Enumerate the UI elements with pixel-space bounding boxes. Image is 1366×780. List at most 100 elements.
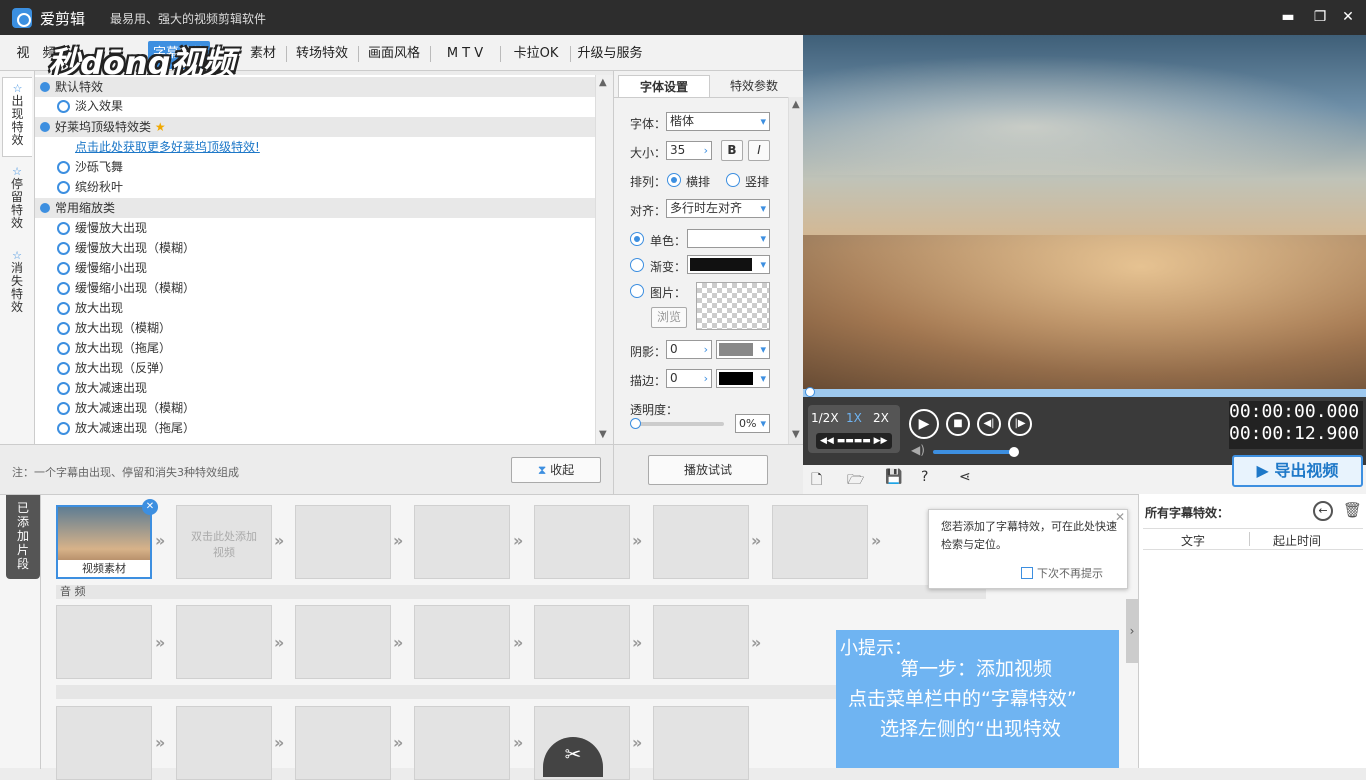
tab-karaoke[interactable]: 卡拉OK	[504, 41, 568, 69]
align-select[interactable]: 多行时左对齐	[666, 199, 770, 218]
group-zoom[interactable]: 常用缩放类	[35, 198, 595, 218]
italic-button[interactable]: I	[748, 140, 770, 161]
tab-style[interactable]: 画面风格	[362, 41, 426, 69]
effect-zoom-item[interactable]: 放大出现	[55, 298, 123, 318]
browse-button[interactable]: 浏览	[651, 307, 687, 328]
play-test-button[interactable]: 播放试试	[648, 455, 768, 485]
solid-color-select[interactable]	[687, 229, 770, 248]
tab-video-1[interactable]: 视	[10, 41, 36, 69]
video-clip[interactable]: 视频素材 ✕	[56, 499, 158, 579]
audio-slot[interactable]	[534, 605, 630, 679]
effect-fade-in[interactable]: 淡入效果	[55, 96, 123, 116]
tab-transition[interactable]: 转场特效	[290, 41, 354, 69]
empty-clip-slot[interactable]	[653, 505, 749, 579]
tab-disappear-effects[interactable]: ☆ 消失特效	[2, 245, 32, 325]
export-video-button[interactable]: ▶ 导出视频	[1232, 455, 1363, 487]
tab-appear-effects[interactable]: ☆ 出现特效	[2, 77, 32, 157]
empty-clip-slot[interactable]	[176, 706, 272, 780]
empty-clip-slot[interactable]	[772, 505, 868, 579]
audio-slot[interactable]	[176, 605, 272, 679]
empty-clip-slot[interactable]	[295, 706, 391, 780]
trash-icon[interactable]: 🗑	[1343, 501, 1362, 519]
progress-bar[interactable]	[803, 387, 1366, 397]
add-clip-slot[interactable]: 双击此处添加视频	[176, 505, 272, 579]
remove-clip-icon[interactable]: ✕	[142, 499, 158, 515]
opacity-input[interactable]: 0%	[735, 414, 770, 433]
close-tooltip-icon[interactable]: ✕	[1115, 510, 1125, 524]
image-preview[interactable]	[696, 282, 770, 330]
effects-scrollbar[interactable]: ▲ ▼	[595, 75, 613, 444]
note-text: 注：一个字幕由出现、停留和消失3种特效组成	[12, 466, 239, 479]
close-icon[interactable]: ✕	[1338, 8, 1358, 26]
next-frame-icon[interactable]: |▶	[1008, 412, 1032, 436]
tab-mtv[interactable]: M T V	[434, 41, 496, 69]
empty-clip-slot[interactable]	[653, 706, 749, 780]
speed-half[interactable]: 1/2X	[811, 411, 839, 425]
solid-color-radio[interactable]	[630, 232, 644, 246]
volume-icon[interactable]: ◀)	[911, 443, 925, 457]
speed-2x[interactable]: 2X	[873, 411, 889, 425]
restore-icon[interactable]: ❐	[1310, 8, 1330, 26]
effect-zoom-item[interactable]: 放大出现（反弹）	[55, 358, 171, 378]
group-default[interactable]: 默认特效	[35, 77, 595, 97]
new-file-icon[interactable]: 🗋	[811, 469, 822, 493]
help-icon[interactable]: ?	[921, 469, 928, 485]
vertical-radio[interactable]	[726, 173, 740, 187]
effect-zoom-item[interactable]: 放大出现（拖尾）	[55, 338, 171, 358]
font-panel-scrollbar[interactable]: ▲ ▼	[788, 97, 804, 444]
tab-stay-effects[interactable]: ☆ 停留特效	[2, 161, 32, 241]
shadow-color-select[interactable]	[716, 340, 770, 359]
audio-slot[interactable]	[653, 605, 749, 679]
jog-wheel[interactable]: ◀◀ ▬▬▬▬ ▶▶	[816, 433, 892, 449]
font-select[interactable]: 楷体	[666, 112, 770, 131]
tab-effect-params[interactable]: 特效参数	[714, 75, 794, 97]
prev-frame-icon[interactable]: ◀|	[977, 412, 1001, 436]
shadow-input[interactable]: 0	[666, 340, 712, 359]
empty-clip-slot[interactable]	[534, 505, 630, 579]
empty-clip-slot[interactable]	[295, 505, 391, 579]
gradient-select[interactable]	[687, 255, 770, 274]
locate-icon[interactable]: ←	[1313, 501, 1333, 521]
volume-slider[interactable]	[933, 447, 1019, 457]
stroke-input[interactable]: 0	[666, 369, 712, 388]
effect-zoom-item[interactable]: 缓慢缩小出现	[55, 258, 147, 278]
open-folder-icon[interactable]: 🗁	[847, 469, 864, 493]
effect-zoom-item[interactable]: 缓慢放大出现	[55, 218, 147, 238]
gradient-radio[interactable]	[630, 258, 644, 272]
effect-zoom-item[interactable]: 缓慢放大出现（模糊）	[55, 238, 195, 258]
size-input[interactable]: 35	[666, 141, 712, 160]
effect-zoom-item[interactable]: 放大减速出现	[55, 378, 147, 398]
dont-show-checkbox[interactable]	[1021, 567, 1033, 579]
tab-material[interactable]: 素材	[244, 41, 282, 69]
effect-zoom-item[interactable]: 放大出现（模糊）	[55, 318, 171, 338]
stop-icon[interactable]: ■	[946, 412, 970, 436]
effect-leaves[interactable]: 缤纷秋叶	[55, 177, 123, 197]
bold-button[interactable]: B	[721, 140, 743, 161]
expand-panel-icon[interactable]: ›	[1126, 599, 1138, 663]
font-settings-panel: 字体设置 特效参数 字体： 楷体 大小： 35 B I 排列： 横排 竖排 对齐…	[613, 71, 804, 444]
horizontal-radio[interactable]	[667, 173, 681, 187]
image-radio[interactable]	[630, 284, 644, 298]
collapse-button[interactable]: ⧗ 收起	[511, 457, 601, 483]
audio-slot[interactable]	[414, 605, 510, 679]
audio-slot[interactable]	[56, 605, 152, 679]
empty-clip-slot[interactable]	[414, 505, 510, 579]
effect-sand[interactable]: 沙砾飞舞	[55, 157, 123, 177]
save-icon[interactable]: 💾	[885, 469, 902, 485]
minimize-icon[interactable]: ▬	[1278, 8, 1298, 26]
empty-clip-slot[interactable]	[56, 706, 152, 780]
effect-zoom-item[interactable]: 缓慢缩小出现（模糊）	[55, 278, 195, 298]
tab-upgrade[interactable]: 升级与服务	[572, 41, 648, 69]
stroke-color-select[interactable]	[716, 369, 770, 388]
speed-1x[interactable]: 1X	[846, 411, 862, 425]
audio-slot[interactable]	[295, 605, 391, 679]
tab-font-settings[interactable]: 字体设置	[618, 75, 710, 97]
share-icon[interactable]: ⋖	[959, 469, 971, 485]
effect-zoom-item[interactable]: 放大减速出现（模糊）	[55, 398, 195, 418]
hollywood-link[interactable]: 点击此处获取更多好莱坞顶级特效!	[55, 137, 260, 157]
group-hollywood[interactable]: 好莱坞顶级特效类 ★	[35, 117, 595, 137]
effect-zoom-item[interactable]: 放大减速出现（拖尾）	[55, 418, 195, 438]
opacity-slider[interactable]	[630, 418, 724, 429]
play-icon[interactable]: ▶	[909, 409, 939, 439]
empty-clip-slot[interactable]	[414, 706, 510, 780]
